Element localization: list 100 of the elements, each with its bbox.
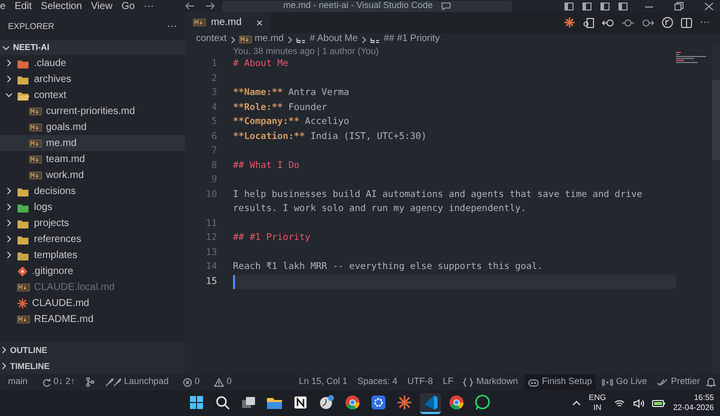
markdown-file-icon (17, 282, 30, 292)
commit-icon[interactable] (622, 18, 634, 28)
line-number: 10 (204, 188, 217, 202)
tree-item[interactable]: references (0, 231, 185, 247)
tree-item[interactable]: README.md (0, 311, 185, 327)
close-tab-button[interactable]: × (256, 14, 263, 32)
breadcrumb-item[interactable]: # About Me (296, 32, 358, 47)
tree-item[interactable]: goals.md (0, 119, 185, 135)
markdown-file-icon (29, 138, 42, 148)
status-item[interactable]: Ln 15, Col 1 (294, 374, 352, 390)
braces-icon (463, 378, 474, 386)
clock[interactable]: 16:55 22-04-2026 (673, 393, 714, 413)
code-editor-icon (422, 394, 439, 410)
code-line: **Location:** India (IST, UTC+5:30) (233, 130, 428, 144)
editor-tab[interactable]: me.md × (185, 12, 271, 33)
folder-icon (17, 218, 30, 228)
code-line: # About Me (233, 57, 290, 71)
battery-icon[interactable] (652, 399, 666, 407)
tree-item[interactable]: current-priorities.md (0, 103, 185, 119)
tree-item[interactable]: decisions (0, 183, 185, 199)
line-number: 1 (210, 57, 217, 71)
tree-item[interactable]: work.md (0, 167, 185, 183)
tree-item[interactable]: archives (0, 71, 185, 87)
wifi-icon[interactable] (614, 398, 626, 408)
sunburst-icon[interactable] (564, 17, 575, 28)
status-item[interactable]: Finish Setup (524, 374, 596, 390)
back-circle-icon[interactable] (602, 18, 614, 28)
layout-icon[interactable] (564, 2, 574, 10)
chat-icon[interactable] (440, 2, 451, 10)
tree-item[interactable]: logs (0, 199, 185, 215)
tree-item[interactable]: context (0, 87, 185, 103)
badge-app-icon (318, 394, 335, 410)
chevron-icon (360, 36, 367, 44)
volume-icon[interactable] (633, 398, 644, 408)
back-arrow-icon[interactable] (184, 1, 196, 11)
copilot-icon (528, 378, 539, 386)
section-header[interactable]: TIMELINE (0, 358, 185, 374)
status-item[interactable]: 0↓ 2↑ (38, 374, 80, 390)
folder-icon (17, 186, 30, 196)
git-graph-icon[interactable] (662, 17, 673, 28)
sidebar-toggle-icon[interactable] (582, 2, 592, 10)
menu-item[interactable]: View (90, 0, 112, 14)
tree-item[interactable]: CLAUDE.md (0, 295, 185, 311)
menu-item[interactable]: Go (121, 0, 135, 14)
line-number: 7 (210, 144, 217, 158)
status-item[interactable]: 0 (210, 374, 236, 390)
workspace-header[interactable]: NEETI-AI (0, 40, 185, 55)
panel-toggle-icon[interactable] (600, 2, 610, 10)
tree-item[interactable]: projects (0, 215, 185, 231)
breadcrumb-item[interactable]: ## #1 Priority (370, 32, 440, 47)
chevron-up-icon[interactable] (572, 400, 581, 406)
markdown-file-icon (193, 18, 206, 27)
folder-icon (17, 202, 30, 212)
menu-item[interactable]: ··· (144, 0, 154, 14)
more-actions-button[interactable]: ··· (167, 18, 177, 34)
tree-item[interactable]: me.md (0, 135, 185, 151)
tree-item[interactable]: .gitignore (0, 263, 185, 279)
line-number: 2 (210, 72, 217, 86)
status-item[interactable]: Go Live (598, 374, 651, 390)
branch-graph-icon[interactable] (85, 377, 96, 387)
bell-icon[interactable] (706, 377, 716, 387)
more-actions-button[interactable]: ··· (700, 15, 710, 30)
status-item[interactable]: Spaces: 4 (353, 374, 402, 390)
menu-item[interactable]: Edit (14, 0, 32, 14)
code-line: **Name:** Antra Verma (233, 86, 350, 100)
broadcast-icon (602, 378, 613, 386)
folder-icon (17, 58, 30, 68)
blame-annotation: You, 38 minutes ago | 1 author (You) (232, 46, 380, 57)
line-number: 11 (204, 216, 217, 230)
status-item[interactable]: LF (438, 374, 458, 390)
status-item[interactable]: Prettier (652, 374, 704, 390)
status-item[interactable]: 0 (178, 374, 204, 390)
tree-item[interactable]: .claude (0, 55, 185, 71)
double-check-icon (656, 378, 668, 386)
windows-start-icon (188, 394, 205, 410)
preview-icon[interactable] (583, 18, 594, 28)
restore-icon[interactable] (674, 2, 684, 10)
sidebar-title: EXPLORER (8, 20, 54, 32)
breadcrumb-item[interactable]: context (196, 32, 227, 47)
forward-arrow-icon[interactable] (204, 1, 216, 11)
close-icon[interactable] (704, 2, 714, 10)
status-item[interactable]: Launchpad (101, 374, 173, 390)
tree-item[interactable]: team.md (0, 151, 185, 167)
chevron-icon (286, 36, 293, 44)
forward-circle-icon[interactable] (642, 18, 654, 28)
status-item[interactable]: UTF-8 (403, 374, 437, 390)
title-search-box[interactable]: me.md - neeti-ai - Visual Studio Code (222, 0, 512, 12)
sync-icon (42, 378, 51, 386)
section-header[interactable]: OUTLINE (0, 342, 185, 358)
split-editor-icon[interactable] (681, 18, 692, 28)
language-indicator[interactable]: ENG IN (588, 393, 606, 413)
line-number: 9 (210, 173, 217, 187)
breadcrumb-item[interactable]: me.md (238, 32, 284, 47)
menu-item[interactable]: Selection (40, 0, 82, 14)
status-item[interactable]: Markdown (459, 374, 522, 390)
menu-item[interactable]: e (0, 0, 6, 14)
taskbar-button[interactable] (420, 392, 441, 414)
status-item[interactable]: main (4, 374, 32, 390)
split-layout-icon[interactable] (618, 2, 628, 10)
tree-item[interactable]: templates (0, 247, 185, 263)
